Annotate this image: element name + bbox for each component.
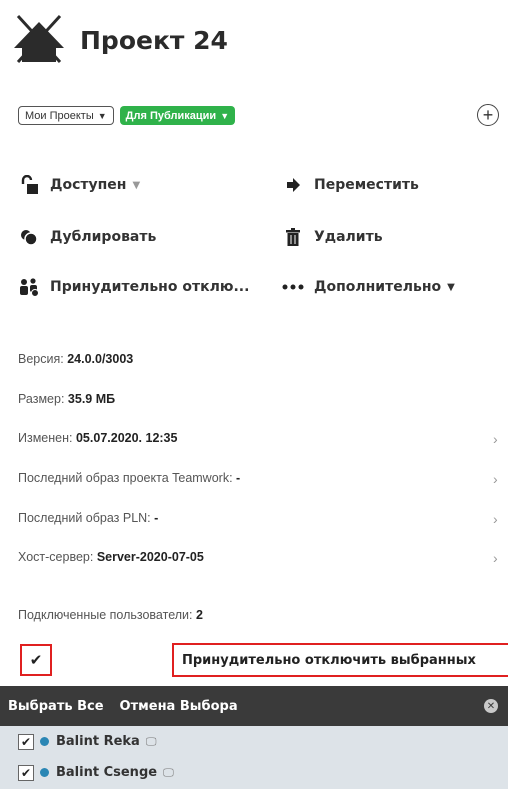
chevron-right-icon[interactable]: › bbox=[493, 550, 498, 566]
list-item[interactable]: ✔ Balint Reka 🖵 bbox=[0, 726, 508, 757]
monitor-icon: 🖵 bbox=[145, 734, 157, 748]
unlock-icon bbox=[18, 174, 40, 196]
select-checkbox[interactable]: ✔ bbox=[20, 644, 52, 676]
duplicate-label: Дублировать bbox=[50, 229, 157, 245]
my-projects-label: Мои Проекты bbox=[25, 109, 94, 122]
available-status-button[interactable]: Доступен ▼ bbox=[18, 174, 140, 196]
user-name: Balint Reka bbox=[56, 734, 140, 749]
for-publication-label: Для Публикации bbox=[125, 109, 217, 122]
checkmark-icon: ✔ bbox=[29, 652, 43, 669]
force-disconnect-button[interactable]: Принудительно отклю... bbox=[18, 276, 249, 298]
filter-bar: Мои Проекты ▼ Для Публикации ▼ bbox=[18, 106, 236, 125]
status-dot-icon bbox=[40, 737, 49, 746]
cancel-selection-button[interactable]: Отмена Выбора bbox=[120, 699, 238, 714]
list-item[interactable]: ✔ Balint Csenge 🖵 bbox=[0, 757, 508, 788]
move-label: Переместить bbox=[314, 177, 419, 193]
selection-toolbar: Выбрать Все Отмена Выбора ✕ bbox=[0, 686, 508, 726]
close-icon[interactable]: ✕ bbox=[484, 699, 498, 713]
project-header: Проект 24 bbox=[10, 12, 228, 68]
teamwork-info[interactable]: Последний образ проекта Teamwork: - bbox=[18, 471, 240, 485]
chevron-right-icon[interactable]: › bbox=[493, 471, 498, 487]
user-checkbox[interactable]: ✔ bbox=[18, 764, 34, 781]
user-name: Balint Csenge bbox=[56, 765, 158, 780]
users-disconnect-icon bbox=[18, 276, 40, 298]
chevron-right-icon[interactable]: › bbox=[493, 431, 498, 447]
chevron-down-icon: ▼ bbox=[97, 110, 107, 121]
host-info[interactable]: Хост-сервер: Server-2020-07-05 bbox=[18, 550, 204, 564]
duplicate-icon bbox=[18, 226, 40, 248]
user-checkbox[interactable]: ✔ bbox=[18, 733, 34, 750]
version-info: Версия: 24.0.0/3003 bbox=[18, 352, 133, 366]
host-value: Server-2020-07-05 bbox=[96, 550, 204, 564]
delete-label: Удалить bbox=[314, 229, 383, 245]
select-all-button[interactable]: Выбрать Все bbox=[8, 699, 104, 714]
pln-value: - bbox=[154, 511, 159, 525]
size-label: Размер: bbox=[18, 392, 65, 406]
force-disconnect-selected-button[interactable]: Принудительно отключить выбранных bbox=[172, 643, 508, 677]
more-dots-icon bbox=[282, 276, 304, 298]
force-disconnect-selected-label: Принудительно отключить выбранных bbox=[182, 652, 476, 668]
force-disconnect-label: Принудительно отклю... bbox=[50, 279, 250, 295]
modified-value: 05.07.2020. 12:35 bbox=[75, 431, 178, 445]
host-label: Хост-сервер: bbox=[18, 550, 94, 564]
page-title: Проект 24 bbox=[80, 25, 228, 55]
pln-label: Последний образ PLN: bbox=[18, 511, 151, 525]
move-button[interactable]: Переместить bbox=[282, 174, 419, 196]
more-button[interactable]: Дополнительно ▼ bbox=[282, 276, 455, 298]
plus-circle-icon[interactable]: + bbox=[477, 104, 499, 126]
trash-icon bbox=[282, 226, 304, 248]
my-projects-dropdown[interactable]: Мои Проекты ▼ bbox=[18, 106, 114, 125]
status-dot-icon bbox=[40, 768, 49, 777]
duplicate-button[interactable]: Дублировать bbox=[18, 226, 156, 248]
chevron-right-icon[interactable]: › bbox=[493, 511, 498, 527]
modified-label: Изменен: bbox=[18, 431, 73, 445]
chevron-down-icon: ▼ bbox=[132, 179, 141, 191]
connected-users-info: Подключенные пользователи: 2 bbox=[18, 608, 203, 622]
size-info: Размер: 35.9 МБ bbox=[18, 392, 115, 406]
version-value: 24.0.0/3003 bbox=[67, 352, 134, 366]
version-label: Версия: bbox=[18, 352, 64, 366]
size-value: 35.9 МБ bbox=[67, 392, 116, 406]
delete-button[interactable]: Удалить bbox=[282, 226, 383, 248]
pln-info[interactable]: Последний образ PLN: - bbox=[18, 511, 158, 525]
more-label: Дополнительно bbox=[314, 279, 442, 295]
connected-label: Подключенные пользователи: bbox=[18, 608, 193, 622]
user-list: ✔ Balint Reka 🖵 ✔ Balint Csenge 🖵 bbox=[0, 726, 508, 789]
chevron-down-icon: ▼ bbox=[220, 110, 230, 121]
connected-value: 2 bbox=[195, 608, 203, 622]
arrow-right-icon bbox=[282, 174, 304, 196]
available-label: Доступен bbox=[50, 177, 127, 193]
project-house-icon bbox=[10, 12, 68, 68]
for-publication-dropdown[interactable]: Для Публикации ▼ bbox=[119, 106, 236, 125]
teamwork-label: Последний образ проекта Teamwork: bbox=[18, 471, 233, 485]
modified-info[interactable]: Изменен: 05.07.2020. 12:35 bbox=[18, 431, 177, 445]
teamwork-value: - bbox=[236, 471, 241, 485]
monitor-icon: 🖵 bbox=[163, 765, 174, 779]
chevron-down-icon: ▼ bbox=[447, 281, 455, 293]
